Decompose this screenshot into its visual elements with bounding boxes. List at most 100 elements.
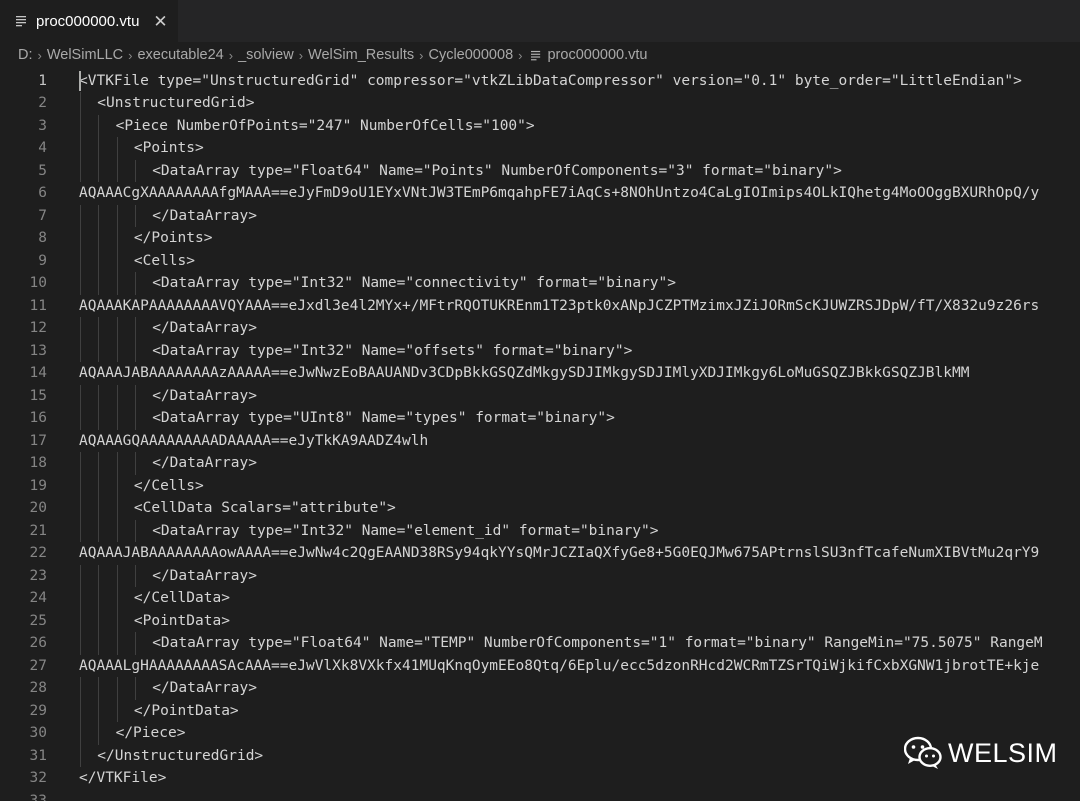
breadcrumb-item-executable24[interactable]: executable24 (137, 47, 223, 63)
indent-guide (116, 384, 118, 407)
code-line[interactable]: 25 <PointData> (0, 609, 1080, 632)
code-text: AQAAACgXAAAAAAAAfgMAAA==eJyFmD9oU1EYxVNt… (79, 185, 1040, 201)
code-line[interactable]: 18 </DataArray> (0, 452, 1080, 475)
code-line[interactable]: 6 AQAAACgXAAAAAAAAfgMAAA==eJyFmD9oU1EYxVN… (0, 182, 1080, 205)
indent-guide (98, 587, 100, 610)
code-line[interactable]: 27 AQAAALgHAAAAAAAASAcAAA==eJwVlXk8VXkfx4… (0, 655, 1080, 678)
breadcrumb-item-drive[interactable]: D: (18, 47, 33, 63)
code-text: </DataArray> (152, 207, 257, 224)
code-line[interactable]: 26 <DataArray type="Float64" Name="TEMP" … (0, 632, 1080, 655)
line-number: 7 (38, 207, 47, 224)
code-line[interactable]: 1 <VTKFile type="UnstructuredGrid" compre… (0, 70, 1080, 93)
line-number: 23 (29, 567, 47, 584)
code-line[interactable]: 13 <DataArray type="Int32" Name="offsets"… (0, 339, 1080, 362)
indent-guide (116, 699, 118, 722)
indent-guide (80, 272, 81, 295)
line-number: 3 (38, 117, 47, 134)
code-line[interactable]: 7 </DataArray> (0, 204, 1080, 227)
code-text: </UnstructuredGrid> (97, 747, 264, 764)
code-editor[interactable]: 1 <VTKFile type="UnstructuredGrid" compre… (0, 68, 1080, 801)
indent-guide (134, 339, 136, 362)
indent-guide (116, 204, 118, 227)
code-line[interactable]: 32 </VTKFile> (0, 767, 1080, 790)
breadcrumb-item-solview[interactable]: _solview (238, 47, 294, 63)
indent-guide (134, 384, 136, 407)
indent-guide (80, 339, 81, 362)
code-line[interactable]: 29 </PointData> (0, 699, 1080, 722)
chevron-right-icon: › (37, 47, 42, 63)
code-text: </DataArray> (152, 320, 257, 336)
code-text: <Piece NumberOfPoints="247" NumberOfCell… (115, 117, 535, 134)
code-text: <Points> (133, 140, 204, 156)
indent-guide (80, 407, 81, 430)
indent-guide (116, 137, 118, 160)
line-number: 6 (38, 185, 47, 201)
code-line[interactable]: 16 <DataArray type="UInt8" Name="types" f… (0, 407, 1080, 430)
lines-file-icon (531, 50, 541, 60)
indent-guide (134, 272, 136, 295)
indent-guide (134, 519, 136, 542)
code-line[interactable]: 22 AQAAAJABAAAAAAAAowAAAA==eJwNw4c2QgEAAN… (0, 542, 1080, 565)
code-line[interactable]: 2 <UnstructuredGrid> (0, 92, 1080, 115)
line-number: 29 (29, 702, 47, 719)
code-line[interactable]: 15 </DataArray> (0, 384, 1080, 407)
code-line[interactable]: 3 <Piece NumberOfPoints="247" NumberOfCel… (0, 114, 1080, 137)
code-line[interactable]: 10 <DataArray type="Int32" Name="connecti… (0, 272, 1080, 295)
code-text: AQAAAJABAAAAAAAAowAAAA==eJwNw4c2QgEAAND3… (79, 545, 1040, 561)
indent-guide (116, 677, 118, 700)
chevron-right-icon: › (228, 47, 234, 63)
indent-guide (80, 317, 81, 340)
indent-guide (80, 519, 81, 542)
line-number: 4 (38, 140, 47, 156)
code-line[interactable]: 33 (0, 790, 1080, 801)
tab-proc000000[interactable]: proc000000.vtu ✕ (0, 0, 178, 42)
code-line[interactable]: 8 </Points> (0, 227, 1080, 250)
code-line[interactable]: 28 </DataArray> (0, 677, 1080, 700)
line-number: 30 (29, 725, 47, 741)
code-line[interactable]: 14 AQAAAJABAAAAAAAAzAAAAA==eJwNwzEoBAAUAN… (0, 362, 1080, 385)
indent-guide (134, 204, 136, 227)
breadcrumb-item-file[interactable]: proc000000.vtu (547, 47, 647, 63)
indent-guide (80, 204, 81, 227)
code-line[interactable]: 11 AQAAAKAPAAAAAAAAVQYAAA==eJxdl3e4l2MYx+… (0, 295, 1080, 318)
line-number: 19 (29, 477, 47, 494)
line-number: 16 (29, 410, 47, 426)
line-number: 17 (29, 432, 47, 449)
line-number: 10 (29, 275, 47, 291)
line-number: 9 (38, 252, 47, 269)
indent-guide (134, 677, 136, 700)
indent-guide (134, 564, 136, 587)
breadcrumb-item-welsim-results[interactable]: WelSim_Results (308, 47, 414, 63)
text-cursor (79, 70, 81, 91)
breadcrumb-item-cycle000008[interactable]: Cycle000008 (428, 47, 513, 63)
code-line[interactable]: 5 <DataArray type="Float64" Name="Points"… (0, 159, 1080, 182)
indent-guide (80, 587, 81, 610)
indent-guide (80, 452, 81, 475)
breadcrumb: D: › WelSimLLC › executable24 › _solview… (0, 42, 1080, 68)
code-text: </Piece> (115, 725, 186, 741)
code-text: <DataArray type="Float64" Name="Points" … (152, 162, 842, 179)
close-icon[interactable]: ✕ (153, 13, 167, 30)
code-line[interactable]: 24 </CellData> (0, 587, 1080, 610)
code-line[interactable]: 17 AQAAAGQAAAAAAAAADAAAAA==eJyTkKA9AADZ4w… (0, 430, 1080, 453)
line-number: 5 (38, 162, 47, 179)
code-line[interactable]: 19 </Cells> (0, 474, 1080, 497)
indent-guide (98, 699, 100, 722)
line-number: 18 (29, 455, 47, 471)
line-number: 32 (29, 770, 47, 786)
line-number: 14 (29, 365, 47, 381)
code-line[interactable]: 21 <DataArray type="Int32" Name="element_… (0, 519, 1080, 542)
indent-guide (116, 249, 118, 272)
code-text: <DataArray type="UInt8" Name="types" for… (152, 410, 615, 426)
code-line[interactable]: 4 <Points> (0, 137, 1080, 160)
code-line[interactable]: 12 </DataArray> (0, 317, 1080, 340)
indent-guide (80, 92, 81, 115)
indent-guide (98, 317, 100, 340)
code-line[interactable]: 23 </DataArray> (0, 564, 1080, 587)
breadcrumb-item-welsimllc[interactable]: WelSimLLC (47, 47, 123, 63)
code-line[interactable]: 20 <CellData Scalars="attribute"> (0, 497, 1080, 520)
indent-guide (80, 114, 81, 137)
code-text: </DataArray> (152, 387, 257, 404)
code-text: </Cells> (133, 477, 204, 494)
code-line[interactable]: 9 <Cells> (0, 249, 1080, 272)
